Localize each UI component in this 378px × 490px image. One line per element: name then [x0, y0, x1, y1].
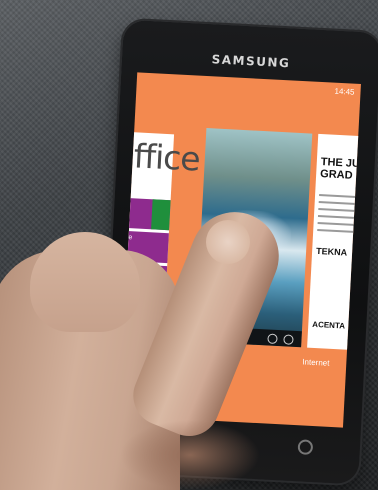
- hand: [0, 0, 378, 490]
- photo: SAMSUNG 14:45 Office plore neNote titled: [0, 0, 378, 490]
- thumb: [120, 420, 260, 490]
- knuckle: [30, 232, 140, 332]
